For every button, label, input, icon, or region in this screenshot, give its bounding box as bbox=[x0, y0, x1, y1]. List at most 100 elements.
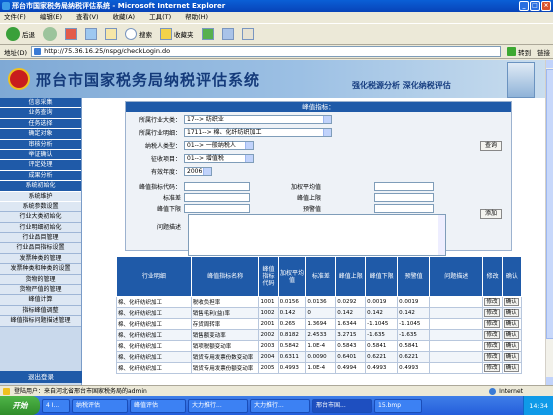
ie-icon bbox=[2, 2, 10, 10]
taskbar-item[interactable]: 4 I... bbox=[42, 398, 70, 413]
upper-input[interactable] bbox=[374, 193, 434, 202]
sidebar-subitem[interactable]: 货物的管理 bbox=[0, 274, 81, 286]
menu-tools[interactable]: 工具(T) bbox=[149, 12, 171, 23]
search-button[interactable]: 搜索 bbox=[123, 26, 154, 42]
mail-icon bbox=[241, 28, 254, 40]
sidebar-subitem[interactable]: 行业品目管理 bbox=[0, 233, 81, 244]
query-button[interactable]: 查询 bbox=[480, 141, 502, 151]
modify-button[interactable]: 修改 bbox=[484, 331, 500, 339]
sidebar-subitem[interactable]: 发票种类的管理 bbox=[0, 253, 81, 265]
table-row: 棉、化纤纺织加工 销货专用发票份数变动率 2004 0.6311 0.0090 … bbox=[116, 351, 523, 363]
media-button[interactable] bbox=[200, 26, 216, 42]
favorites-button[interactable]: 收藏夹 bbox=[158, 26, 196, 42]
menu-view[interactable]: 查看(V) bbox=[76, 12, 99, 23]
problem-textarea[interactable] bbox=[188, 214, 446, 256]
industry-detail-select[interactable]: 1711--> 棉、化纤纺织加工 bbox=[184, 128, 332, 137]
sidebar-subitem[interactable]: 行业品目指标设置 bbox=[0, 243, 81, 254]
modify-button[interactable]: 修改 bbox=[484, 309, 500, 317]
std-dev-input[interactable] bbox=[184, 193, 250, 202]
sidebar-subitem[interactable]: 发票种类和种类的设置 bbox=[0, 264, 81, 275]
scroll-thumb[interactable] bbox=[546, 69, 553, 339]
form-header: 峰值指标： bbox=[126, 102, 511, 112]
tax-item-label: 征收项目： bbox=[150, 156, 181, 163]
refresh-button[interactable] bbox=[83, 26, 99, 42]
taskbar-item[interactable]: 纳税评估 bbox=[72, 398, 128, 413]
sidebar-item-results[interactable]: 成果分析 bbox=[0, 170, 81, 182]
taskbar-item[interactable]: 15.bmp bbox=[374, 398, 422, 413]
sidebar-subitem[interactable]: 峰值指标问题描述管理 bbox=[0, 316, 81, 327]
scroll-up-icon[interactable] bbox=[546, 60, 553, 68]
sidebar-item-maintenance[interactable]: 系统维护 bbox=[0, 191, 81, 202]
sidebar-item-init[interactable]: 系统初始化 bbox=[0, 181, 81, 192]
history-button[interactable] bbox=[220, 26, 236, 42]
cell-indicator-name: 销售额变动率 bbox=[190, 329, 260, 341]
menu-favorites[interactable]: 收藏(A) bbox=[113, 12, 136, 23]
sidebar-item-audit[interactable]: 审核分析 bbox=[0, 139, 81, 150]
sidebar-item-business-query[interactable]: 业务查询 bbox=[0, 108, 81, 119]
add-button[interactable]: 添加 bbox=[480, 209, 502, 219]
tax-item-select[interactable]: 01--> 增值税 bbox=[184, 154, 254, 163]
taskbar-item-active[interactable]: 邢台市国... bbox=[312, 398, 372, 413]
sidebar-subitem[interactable]: 行业明细初始化 bbox=[0, 222, 81, 234]
cell-indicator-code: 2004 bbox=[258, 351, 279, 363]
weighted-avg-input[interactable] bbox=[374, 182, 434, 191]
page-scrollbar[interactable] bbox=[545, 60, 553, 385]
links-label[interactable]: 链接 bbox=[537, 47, 550, 57]
confirm-button[interactable]: 确认 bbox=[503, 364, 519, 372]
sidebar-subitem[interactable]: 行业大类初始化 bbox=[0, 212, 81, 223]
modify-button[interactable]: 修改 bbox=[484, 353, 500, 361]
year-select[interactable]: 2006 bbox=[184, 167, 212, 176]
start-button[interactable]: 开始 bbox=[0, 396, 40, 415]
modify-button[interactable]: 修改 bbox=[484, 320, 500, 328]
address-input[interactable]: http://75.36.16.25/nspg/checkLogin.do bbox=[31, 46, 502, 57]
taxpayer-type-select[interactable]: 01--> 一般纳税人 bbox=[184, 141, 254, 150]
scroll-down-icon[interactable] bbox=[546, 377, 553, 385]
maximize-button[interactable]: □ bbox=[530, 1, 540, 11]
upper-label: 峰值上限 bbox=[296, 195, 321, 202]
lower-input[interactable] bbox=[184, 204, 250, 213]
stop-button[interactable] bbox=[63, 26, 79, 42]
mail-button[interactable] bbox=[240, 26, 256, 42]
forward-button[interactable] bbox=[41, 26, 59, 42]
sidebar-item-assessment[interactable]: 评定处理 bbox=[0, 160, 81, 171]
go-button[interactable]: 转到 bbox=[507, 47, 531, 57]
taskbar: 开始 4 I... 纳税评估 峰值评估 大力推行... 大力推行... 邢台市国… bbox=[0, 396, 553, 415]
confirm-button[interactable]: 确认 bbox=[503, 331, 519, 339]
close-button[interactable]: × bbox=[541, 1, 551, 11]
modify-button[interactable]: 修改 bbox=[484, 364, 500, 372]
modify-button[interactable]: 修改 bbox=[484, 298, 500, 306]
sidebar-item-task-select[interactable]: 任务选择 bbox=[0, 118, 81, 130]
confirm-button[interactable]: 确认 bbox=[503, 320, 519, 328]
textarea-scrollbar[interactable] bbox=[438, 215, 445, 255]
home-button[interactable] bbox=[103, 26, 119, 42]
back-button[interactable]: 后退 bbox=[4, 26, 37, 42]
modify-button[interactable]: 修改 bbox=[484, 342, 500, 350]
confirm-button[interactable]: 确认 bbox=[503, 353, 519, 361]
taskbar-item[interactable]: 峰值评估 bbox=[130, 398, 186, 413]
minimize-button[interactable]: _ bbox=[519, 1, 529, 11]
confirm-button[interactable]: 确认 bbox=[503, 342, 519, 350]
confirm-button[interactable]: 确认 bbox=[503, 309, 519, 317]
menu-edit[interactable]: 编辑(E) bbox=[40, 12, 62, 23]
taskbar-item[interactable]: 大力推行... bbox=[250, 398, 310, 413]
sidebar-subitem[interactable]: 系统参数设置 bbox=[0, 201, 81, 213]
menu-file[interactable]: 文件(F) bbox=[4, 12, 26, 23]
confirm-button[interactable]: 确认 bbox=[503, 298, 519, 306]
sidebar-subitem[interactable]: 货物严值的管理 bbox=[0, 285, 81, 296]
sidebar-item-target[interactable]: 确定对象 bbox=[0, 129, 81, 140]
modify-cell: 修改 bbox=[482, 340, 503, 352]
industry-major-select[interactable]: 17--> 纺织业 bbox=[184, 115, 332, 124]
logout-button[interactable]: 退出登录 bbox=[0, 371, 82, 383]
sidebar-item-info-collection[interactable]: 信息采集 bbox=[0, 98, 81, 109]
taskbar-item[interactable]: 大力推行... bbox=[188, 398, 248, 413]
weighted-avg-label: 加权平均值 bbox=[290, 184, 321, 191]
sidebar-subitem[interactable]: 峰值计算 bbox=[0, 295, 81, 306]
cell-problem bbox=[429, 318, 484, 330]
menu-help[interactable]: 帮助(H) bbox=[185, 12, 208, 23]
window-titlebar: 邢台市国家税务局纳税评估系统 - Microsoft Internet Expl… bbox=[0, 0, 553, 12]
sidebar-item-evidence[interactable]: 举证确认 bbox=[0, 149, 81, 161]
modify-cell: 修改 bbox=[482, 329, 503, 341]
sidebar-subitem[interactable]: 指标峰值调整 bbox=[0, 305, 81, 317]
indicator-code-input[interactable] bbox=[184, 182, 250, 191]
warning-input[interactable] bbox=[374, 204, 434, 213]
